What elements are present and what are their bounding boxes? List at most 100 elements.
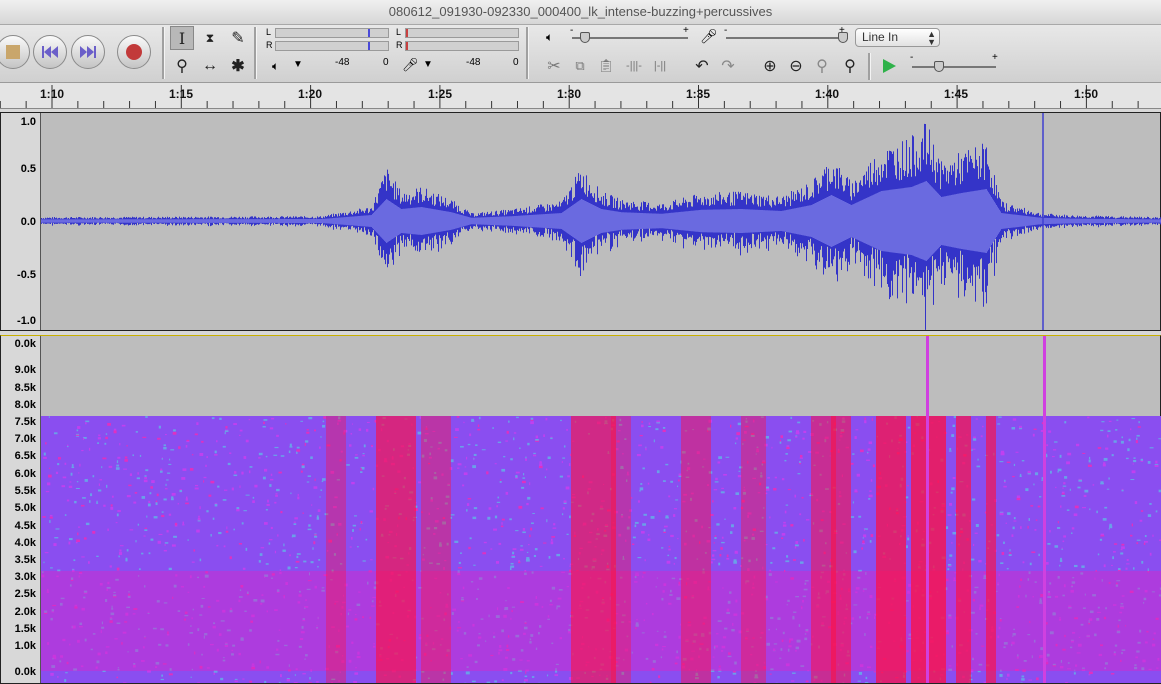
separator — [254, 27, 257, 79]
frequency-label: 4.5k — [14, 520, 36, 532]
cut-button[interactable]: ✂ — [542, 54, 566, 78]
separator — [162, 27, 165, 79]
redo-icon: ↷ — [721, 58, 735, 75]
input-meter-menu[interactable]: ▼ — [423, 59, 433, 70]
skip-to-start-button[interactable] — [33, 35, 67, 69]
copy-button[interactable]: ⧉ — [568, 54, 592, 78]
ruler-tick-label: 1:20 — [297, 87, 323, 101]
paste-button[interactable]: 📋︎ — [594, 54, 618, 78]
ruler-tick-label: 1:10 — [39, 87, 65, 101]
copy-icon: ⧉ — [575, 58, 585, 73]
input-meter-scale-zero: 0 — [513, 57, 519, 68]
input-meter-right — [405, 41, 519, 51]
trim-icon: -|||- — [626, 60, 642, 72]
amplitude-label: 1.0 — [20, 116, 36, 128]
ruler-tick-label: 1:25 — [427, 87, 453, 101]
spectrogram-vertical-ruler: 0.0k 9.0k 8.5k 8.0k 7.5k 7.0k 6.5k 6.0k 5.5k 5.0k… — [1, 336, 41, 683]
frequency-label: 2.5k — [14, 588, 36, 600]
energy-band — [681, 416, 711, 683]
frequency-label: 6.5k — [14, 450, 36, 462]
input-meter-left-label: L — [396, 27, 402, 37]
frequency-label: 3.0k — [14, 571, 36, 583]
input-source-select[interactable]: Line In ▲ ▼ — [855, 28, 940, 47]
frequency-label: 1.0k — [14, 640, 36, 652]
amplitude-label: -0.5 — [17, 269, 36, 281]
fit-selection-icon: ⚲ — [816, 58, 828, 75]
envelope-icon: ⧗ — [205, 30, 215, 45]
energy-band — [876, 416, 906, 683]
frequency-label: 2.0k — [14, 606, 36, 618]
redo-button[interactable]: ↷ — [716, 54, 740, 78]
zoom-out-button[interactable]: ⊖ — [784, 54, 808, 78]
spectrogram-track[interactable]: 0.0k 9.0k 8.5k 8.0k 7.5k 7.0k 6.5k 6.0k 5.5k 5.0k… — [0, 335, 1161, 684]
undo-button[interactable]: ↶ — [690, 54, 714, 78]
multi-tool[interactable]: ✱ — [226, 54, 250, 78]
energy-band — [831, 416, 851, 683]
trim-button[interactable]: -|||- — [622, 54, 646, 78]
scissors-icon: ✂ — [547, 58, 561, 75]
zoom-in-icon: ⊕ — [763, 58, 777, 75]
output-meter-right-label: R — [266, 40, 273, 50]
toolbar: I ⧗ ✎ ⚲ ↔ ✱ L R L R 🔈︎ ▼ -48 0 🎤︎ ▼ -48 … — [0, 25, 1161, 83]
silence-icon: |-|| — [653, 60, 667, 72]
timeline-ruler[interactable]: 1:10 1:15 1:20 1:25 1:30 1:35 1:40 1:45 … — [0, 83, 1161, 109]
fit-project-button[interactable]: ⚲ — [838, 54, 862, 78]
energy-band — [956, 416, 971, 683]
input-meter-left — [405, 28, 519, 38]
amplitude-label: -1.0 — [17, 315, 36, 327]
ruler-tick-label: 1:50 — [1073, 87, 1099, 101]
frequency-label: 5.5k — [14, 485, 36, 497]
play-icon — [883, 59, 896, 73]
frequency-label: 9.0k — [14, 364, 36, 376]
amplitude-label: 0.5 — [20, 163, 36, 175]
zoom-tool[interactable]: ⚲ — [170, 54, 194, 78]
input-volume-slider[interactable] — [726, 32, 848, 43]
record-button[interactable] — [117, 35, 151, 69]
ruler-tick-label: 1:15 — [168, 87, 194, 101]
output-meter-left — [275, 28, 389, 38]
spectrogram-click-line — [926, 336, 929, 683]
skip-to-end-button[interactable] — [71, 35, 105, 69]
timeshift-icon: ↔ — [202, 57, 218, 74]
input-volume-min: - — [724, 25, 728, 36]
frequency-label: 8.0k — [14, 399, 36, 411]
amplitude-label: 0.0 — [20, 216, 36, 228]
silence-button[interactable]: |-|| — [648, 54, 672, 78]
energy-band — [571, 416, 616, 683]
fit-selection-button[interactable]: ⚲ — [810, 54, 834, 78]
selection-tool[interactable]: I — [170, 26, 194, 50]
speaker-icon: 🔈︎ — [272, 59, 280, 73]
frequency-label: 7.5k — [14, 416, 36, 428]
frequency-label: 6.0k — [14, 468, 36, 480]
zoom-in-button[interactable]: ⊕ — [758, 54, 782, 78]
input-meter-right-label: R — [396, 40, 403, 50]
zoom-icon: ⚲ — [176, 58, 188, 75]
output-meter-left-label: L — [266, 27, 272, 37]
window-title: 080612_091930-092330_000400_lk_intense-b… — [0, 0, 1161, 25]
frequency-label: 1.5k — [14, 623, 36, 635]
input-volume-icon: 🎤︎ — [700, 28, 718, 44]
record-icon — [126, 44, 142, 60]
play-speed-thumb[interactable] — [934, 61, 944, 72]
speed-min: - — [910, 52, 914, 63]
frequency-label: 7.0k — [14, 433, 36, 445]
play-at-speed-button[interactable] — [877, 54, 901, 78]
play-speed-slider[interactable] — [912, 61, 996, 72]
output-volume-max: + — [683, 25, 689, 36]
spectrogram-display[interactable] — [41, 336, 1161, 683]
output-volume-thumb[interactable] — [580, 32, 590, 43]
stop-button[interactable] — [0, 35, 30, 69]
draw-tool[interactable]: ✎ — [226, 26, 250, 50]
energy-band — [421, 416, 451, 683]
frequency-label: 3.5k — [14, 554, 36, 566]
spectrogram-click-line — [1043, 336, 1046, 683]
timeshift-tool[interactable]: ↔ — [198, 54, 222, 78]
envelope-tool[interactable]: ⧗ — [198, 26, 222, 50]
frequency-label: 0.0k — [14, 338, 36, 350]
paste-icon: 📋︎ — [597, 58, 615, 73]
ruler-tick-label: 1:40 — [814, 87, 840, 101]
waveform-display[interactable] — [41, 113, 1161, 330]
waveform-track[interactable]: 1.0 0.5 0.0 -0.5 -1.0 — [0, 112, 1161, 331]
output-meter-menu[interactable]: ▼ — [293, 59, 303, 70]
output-volume-slider[interactable] — [572, 32, 688, 43]
